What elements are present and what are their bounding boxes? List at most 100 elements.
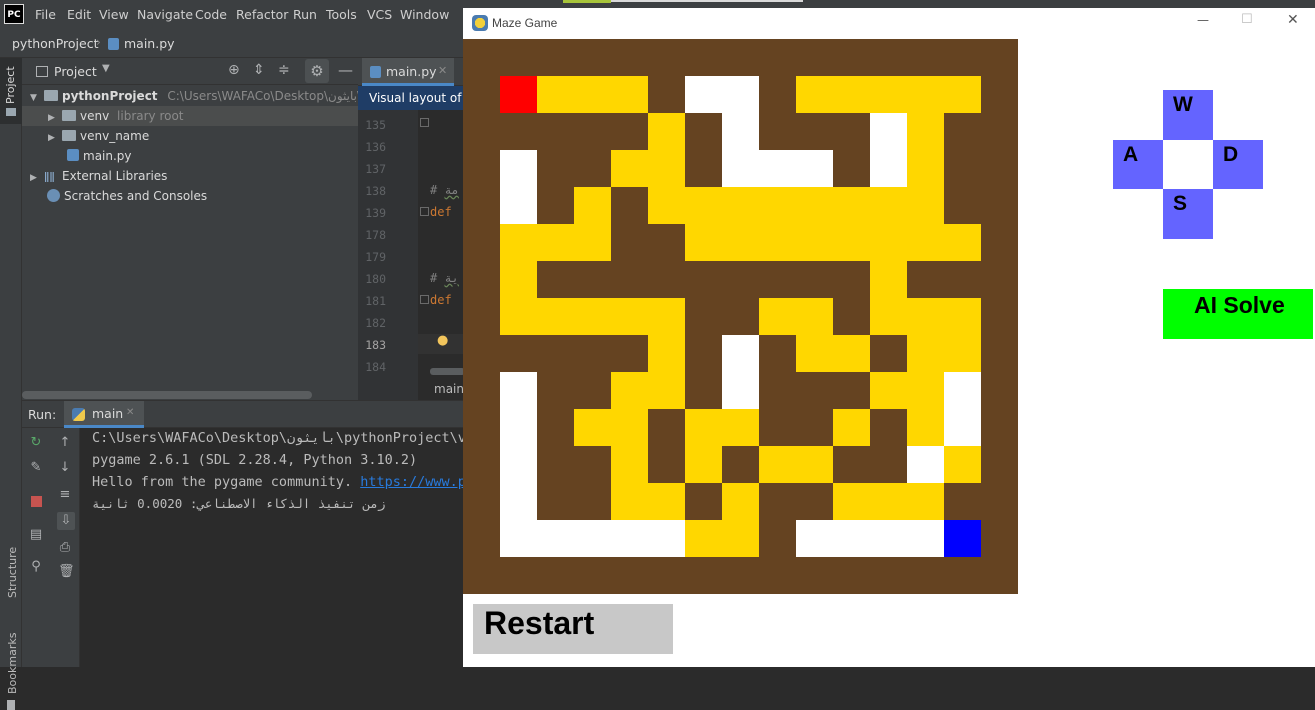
menu-file[interactable]: File bbox=[35, 7, 56, 22]
hide-panel-icon[interactable]: — bbox=[338, 61, 353, 79]
maze-solution-cell bbox=[574, 187, 611, 224]
console-line: pygame 2.6.1 (SDL 2.28.4, Python 3.10.2) bbox=[92, 452, 418, 468]
horizontal-scrollbar[interactable] bbox=[22, 391, 312, 399]
arrow-up-icon[interactable]: ↑ bbox=[58, 436, 72, 450]
chevron-right-icon[interactable]: ▶ bbox=[30, 168, 44, 188]
menu-window[interactable]: Window bbox=[400, 7, 449, 22]
line-number: 137 bbox=[365, 162, 386, 176]
menu-edit[interactable]: Edit bbox=[67, 7, 91, 22]
run-tab-main[interactable]: main ✕ bbox=[64, 401, 144, 428]
run-label: Run: bbox=[28, 407, 57, 422]
maze-solution-cell bbox=[648, 483, 685, 520]
maze-solution-cell bbox=[759, 187, 796, 224]
maze-solution-cell bbox=[537, 224, 574, 261]
close-icon[interactable]: ✕ bbox=[126, 407, 134, 418]
maze-solution-cell bbox=[907, 187, 944, 224]
menu-refactor[interactable]: Refactor bbox=[236, 7, 288, 22]
tab-label: main.py bbox=[386, 64, 437, 79]
tree-item-scratches[interactable]: Scratches and Consoles bbox=[22, 186, 358, 206]
structure-tool-tab[interactable]: Structure bbox=[6, 547, 19, 598]
menu-code[interactable]: Code bbox=[195, 7, 227, 22]
expand-all-icon[interactable]: ⇕ bbox=[253, 62, 265, 78]
console-link[interactable]: https://www.py bbox=[360, 474, 474, 490]
maze-solution-cell bbox=[944, 298, 981, 335]
project-tool-tab[interactable]: Project bbox=[4, 66, 17, 104]
chevron-right-icon[interactable]: ▶ bbox=[48, 128, 62, 148]
folder-icon bbox=[6, 108, 16, 116]
down-button[interactable]: S bbox=[1163, 189, 1213, 239]
breadcrumb-file[interactable]: main.py bbox=[124, 36, 175, 51]
maze-path-cell bbox=[722, 76, 759, 113]
menu-vcs[interactable]: VCS bbox=[367, 7, 392, 22]
maze-solution-cell bbox=[759, 298, 796, 335]
maze-board bbox=[463, 39, 1018, 594]
fold-icon[interactable] bbox=[420, 295, 429, 304]
right-button[interactable]: D bbox=[1213, 140, 1263, 189]
menu-view[interactable]: View bbox=[99, 7, 129, 22]
code-comment: # ية bbox=[430, 271, 459, 285]
layout-icon[interactable]: ▤ bbox=[29, 528, 43, 542]
wrench-icon[interactable]: ✎ bbox=[29, 461, 43, 475]
maze-solution-cell bbox=[907, 113, 944, 150]
chevron-down-icon[interactable]: ▼ bbox=[102, 63, 110, 74]
gear-icon[interactable]: ⚙ bbox=[305, 59, 329, 83]
close-icon[interactable]: ✕ bbox=[438, 64, 447, 77]
chevron-down-icon[interactable]: ▼ bbox=[30, 88, 44, 108]
maze-solution-cell bbox=[574, 224, 611, 261]
ai-solve-button[interactable]: AI Solve bbox=[1163, 289, 1313, 339]
line-number: 180 bbox=[365, 272, 386, 286]
tree-item-main-py[interactable]: main.py bbox=[22, 146, 358, 166]
maze-path-cell bbox=[500, 409, 537, 446]
close-button[interactable]: ✕ bbox=[1287, 12, 1299, 28]
scroll-to-end-icon[interactable]: ⇩ bbox=[59, 514, 73, 528]
fold-icon[interactable] bbox=[420, 118, 429, 127]
scratches-icon bbox=[47, 189, 60, 202]
maze-solution-cell bbox=[685, 520, 722, 557]
chevron-right-icon[interactable]: ▶ bbox=[48, 108, 62, 128]
ai-solve-label: AI Solve bbox=[1194, 292, 1285, 318]
tree-item-note: library root bbox=[117, 109, 184, 123]
rerun-icon[interactable]: ↻ bbox=[29, 436, 43, 450]
restart-button[interactable]: Restart bbox=[473, 604, 673, 654]
menu-navigate[interactable]: Navigate bbox=[137, 7, 193, 22]
stop-icon[interactable] bbox=[31, 496, 42, 507]
up-button[interactable]: W bbox=[1163, 90, 1213, 140]
python-icon bbox=[72, 408, 85, 421]
maze-path-cell bbox=[611, 520, 648, 557]
maze-solution-cell bbox=[759, 224, 796, 261]
pin-icon[interactable]: ⚲ bbox=[29, 560, 43, 574]
fold-icon[interactable] bbox=[420, 207, 429, 216]
tree-root[interactable]: ▼ pythonProject C:\Users\WAFACo\Desktop\ب… bbox=[24, 86, 388, 108]
line-number: 138 bbox=[365, 184, 386, 198]
minimize-button[interactable]: — bbox=[1197, 13, 1209, 27]
menu-tools[interactable]: Tools bbox=[326, 7, 357, 22]
left-button[interactable]: A bbox=[1113, 140, 1163, 189]
maze-solution-cell bbox=[648, 335, 685, 372]
editor-scrollbar[interactable] bbox=[430, 368, 465, 375]
bookmarks-tool-tab[interactable]: Bookmarks bbox=[6, 633, 19, 694]
crosshair-icon[interactable]: ⊕ bbox=[228, 62, 240, 78]
pygame-icon bbox=[472, 15, 488, 31]
console-line: زمن تنفيذ الذكاء الاصطناعي: 0.0020 ثانية bbox=[92, 496, 386, 511]
arrow-down-icon[interactable]: ↓ bbox=[58, 461, 72, 475]
soft-wrap-icon[interactable]: ≡ bbox=[58, 488, 72, 502]
breadcrumb-project[interactable]: pythonProject bbox=[12, 36, 99, 51]
lightbulb-icon[interactable]: ● bbox=[437, 333, 448, 348]
maze-solution-cell bbox=[685, 187, 722, 224]
python-file-icon bbox=[108, 38, 119, 50]
tab-main-py[interactable]: main.py ✕ bbox=[362, 58, 454, 86]
maximize-button[interactable]: ☐ bbox=[1241, 12, 1253, 27]
print-icon[interactable]: ⎙ bbox=[58, 541, 72, 555]
tree-item-venv[interactable]: ▶ venv library root bbox=[22, 106, 358, 126]
maze-solution-cell bbox=[796, 187, 833, 224]
maze-solution-cell bbox=[833, 483, 870, 520]
maze-solution-cell bbox=[944, 446, 981, 483]
collapse-all-icon[interactable]: ≑ bbox=[278, 62, 290, 78]
tree-item-venv-name[interactable]: ▶ venv_name bbox=[22, 126, 358, 146]
menu-run[interactable]: Run bbox=[293, 7, 317, 22]
python-file-icon bbox=[370, 66, 381, 78]
trash-icon[interactable]: 🗑 bbox=[58, 565, 75, 579]
tree-item-external-libraries[interactable]: ▶ ǁǁ External Libraries bbox=[22, 166, 358, 186]
maze-solution-cell bbox=[833, 335, 870, 372]
project-view-selector[interactable]: Project bbox=[54, 64, 97, 79]
